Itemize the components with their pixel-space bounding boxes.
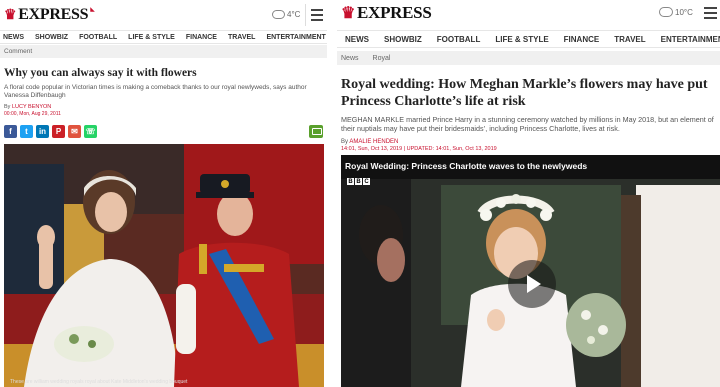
nav-item-football[interactable]: FOOTBALL [79,34,117,41]
nav-item-showbiz[interactable]: SHOWBIZ [384,35,422,44]
cloud-icon [659,7,673,17]
hamburger-icon [703,7,717,9]
photo-caption: These are william wedding royals royal a… [10,379,188,385]
panel-divider [327,0,337,387]
cloud-icon [272,9,285,19]
nav-item-finance[interactable]: FINANCE [186,34,217,41]
author-link[interactable]: AMALIE HENDEN [349,139,398,145]
video-title: Royal Wedding: Princess Charlotte waves … [345,161,588,171]
weather-temp: 4°C [287,10,301,19]
left-article-screenshot: ♛ EXPRESS ◣ 4°C NEWS SHOWBIZ FOOTBALL LI… [0,0,327,387]
article-standfirst: A floral code popular in Victorian times… [4,84,307,99]
logo-flag-icon: ◣ [90,7,95,13]
twitter-icon[interactable]: t [20,125,33,138]
nav-item-showbiz[interactable]: SHOWBIZ [35,34,68,41]
weather-widget[interactable]: 4°C [272,9,301,19]
menu-button[interactable] [700,3,720,23]
bbc-logo: B B C [347,178,370,185]
nav-item-life-style[interactable]: LIFE & STYLE [128,34,175,41]
article-standfirst: MEGHAN MARKLE married Prince Harry in a … [341,115,714,133]
video-player[interactable]: Royal Wedding: Princess Charlotte waves … [341,155,720,387]
site-header: ♛ EXPRESS ◣ 4°C [0,0,327,30]
breadcrumb: News Royal [337,51,720,65]
nav-item-travel[interactable]: TRAVEL [228,34,255,41]
article-dates: 00:00, Mon, Aug 29, 2011 [4,111,61,117]
nav-item-news[interactable]: NEWS [3,34,24,41]
logo-text: EXPRESS [357,3,432,22]
nav-item-life-style[interactable]: LIFE & STYLE [495,35,548,44]
logo-text: EXPRESS [18,6,89,23]
linkedin-icon[interactable]: in [36,125,49,138]
express-logo[interactable]: ♛ EXPRESS ◣ [4,6,95,24]
breadcrumb: Comment [0,45,327,58]
article-byline: By AMALIE HENDEN [341,139,399,145]
play-icon[interactable] [508,260,556,308]
whatsapp-icon[interactable]: ☏ [84,125,97,138]
nav-item-travel[interactable]: TRAVEL [614,35,645,44]
crown-icon: ♛ [341,5,356,22]
hamburger-icon [310,9,323,11]
facebook-icon[interactable]: f [4,125,17,138]
royal-wedding-carriage-photo: These are william wedding royals royal a… [4,144,324,387]
breadcrumb-royal[interactable]: Royal [373,55,391,62]
photo-illustration [4,144,324,387]
article-headline: Royal wedding: How Meghan Markle’s flowe… [341,77,708,109]
article-dates: 14:01, Sun, Oct 13, 2019 | UPDATED: 14:0… [341,146,497,152]
comment-icon[interactable] [309,125,323,138]
nav-item-finance[interactable]: FINANCE [564,35,600,44]
article-headline: Why you can always say it with flowers [4,67,197,79]
right-article-screenshot: ♛ EXPRESS 10°C NEWS SHOWBIZ FOOTBALL LIF… [337,0,720,387]
nav-item-entertainment[interactable]: ENTERTAINMENT [266,34,325,41]
share-bar: f t in P ✉ ☏ [0,125,327,140]
weather-temp: 10°C [675,8,693,17]
express-logo[interactable]: ♛ EXPRESS [341,3,432,23]
main-nav: NEWS SHOWBIZ FOOTBALL LIFE & STYLE FINAN… [0,30,327,44]
nav-item-football[interactable]: FOOTBALL [437,35,481,44]
pinterest-icon[interactable]: P [52,125,65,138]
site-header: ♛ EXPRESS 10°C [337,0,720,30]
author-link[interactable]: LUCY BENYON [12,104,51,110]
main-nav: NEWS SHOWBIZ FOOTBALL LIFE & STYLE FINAN… [337,30,720,48]
crown-icon: ♛ [4,7,17,23]
article-byline: By LUCY BENYON [4,104,52,110]
weather-widget[interactable]: 10°C [659,7,693,17]
email-icon[interactable]: ✉ [68,125,81,138]
breadcrumb-news[interactable]: News [341,55,359,62]
breadcrumb-comment[interactable]: Comment [4,48,32,55]
nav-item-entertainment[interactable]: ENTERTAINMENT [661,35,720,44]
nav-item-news[interactable]: NEWS [345,35,369,44]
menu-button[interactable] [305,4,327,26]
